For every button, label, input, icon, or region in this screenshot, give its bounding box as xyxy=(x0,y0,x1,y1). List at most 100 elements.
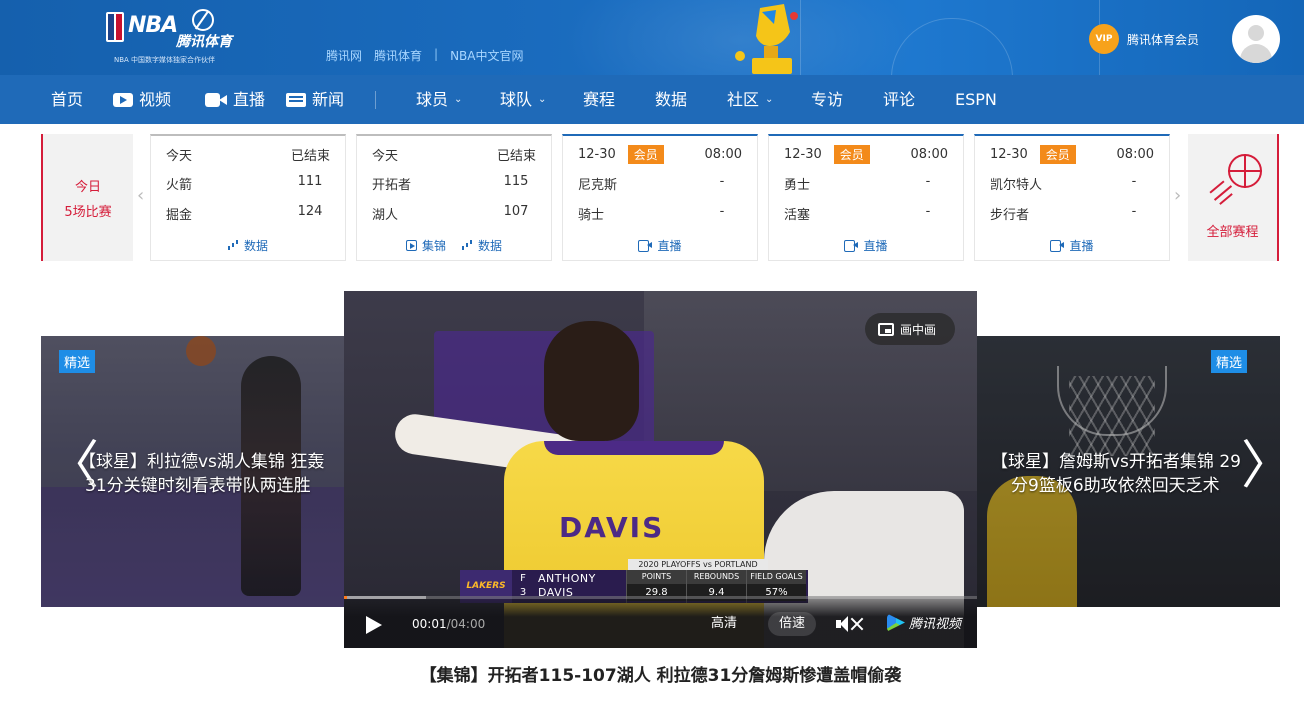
video-icon xyxy=(113,92,133,107)
stats-link[interactable]: 数据 xyxy=(227,236,268,254)
game-card[interactable]: 12-30 会员 08:00 尼克斯 - 骑士 - 直播 xyxy=(562,134,758,261)
nav-separator xyxy=(375,91,376,109)
game-date: 今天 xyxy=(166,148,193,164)
nav-item-espn[interactable]: ESPN xyxy=(955,75,997,124)
top-link-separator: | xyxy=(434,47,439,61)
video-caption[interactable]: 【集锦】开拓者115-107湖人 利拉德31分詹姆斯惨遭盖帽偷袭 xyxy=(344,661,977,686)
game-team-row: 开拓者 115 xyxy=(372,174,536,194)
featured-tag: 精选 xyxy=(59,350,96,373)
top-links: 腾讯网 腾讯体育 | NBA中文官网 xyxy=(326,47,524,64)
schedule-prev-arrow[interactable]: ‹ xyxy=(137,185,144,206)
vip-label: 腾讯体育会员 xyxy=(1127,32,1200,47)
play-icon[interactable] xyxy=(366,616,382,634)
team-name: 骑士 xyxy=(578,208,605,223)
game-links: 数据 xyxy=(151,236,345,254)
nav-label: 专访 xyxy=(811,90,844,109)
team-name: 凯尔特人 xyxy=(990,178,1043,193)
nav-item-players[interactable]: 球员 ⌄ xyxy=(416,75,462,124)
site-logo[interactable]: NBA 腾讯体育 NBA 中国数字媒体独家合作伙伴 xyxy=(106,9,246,67)
chevron-down-icon: ⌄ xyxy=(454,94,463,105)
mute-x-icon xyxy=(847,614,863,634)
nav-item-news[interactable]: 新闻 xyxy=(286,75,344,124)
picture-in-picture-button[interactable]: 画中画 xyxy=(865,313,955,345)
tencent-video-label: 腾讯视频 xyxy=(909,617,962,632)
team-score: - xyxy=(719,174,725,189)
game-card[interactable]: 12-30 会员 08:00 勇士 - 活塞 - 直播 xyxy=(768,134,964,261)
live-link[interactable]: 直播 xyxy=(638,236,682,254)
nav-label: 社区 xyxy=(727,90,760,109)
nav-item-interviews[interactable]: 专访 xyxy=(811,75,843,124)
nav-item-comments[interactable]: 评论 xyxy=(883,75,915,124)
slide-title-line: 【球星】詹姆斯vs开拓者集锦 29 xyxy=(991,452,1241,472)
quality-button[interactable]: 高清 xyxy=(700,612,748,636)
nav-item-home[interactable]: 首页 xyxy=(51,75,83,124)
game-team-row: 掘金 124 xyxy=(166,204,330,224)
top-link-sports[interactable]: 腾讯体育 xyxy=(374,47,422,64)
play-icon xyxy=(405,239,417,251)
nav-item-live[interactable]: 直播 xyxy=(205,75,265,124)
nav-label: 直播 xyxy=(233,90,266,109)
nav-item-community[interactable]: 社区 ⌄ xyxy=(727,75,773,124)
camera-icon xyxy=(205,92,227,107)
game-card[interactable]: 今天 已结束 开拓者 115 湖人 107 集锦 数据 xyxy=(356,134,552,261)
highlights-link[interactable]: 集锦 xyxy=(405,236,446,254)
top-link-qq[interactable]: 腾讯网 xyxy=(326,47,362,64)
team-name: 掘金 xyxy=(166,208,193,223)
game-team-row: 湖人 107 xyxy=(372,204,536,224)
vip-membership[interactable]: VIP 腾讯体育会员 xyxy=(1089,24,1199,54)
today-label: 今日 xyxy=(74,180,101,195)
link-label: 集锦 xyxy=(421,238,446,253)
today-games-summary[interactable]: 今日 5场比赛 xyxy=(41,134,133,261)
stat-label: REBOUNDS xyxy=(687,570,746,584)
stat-label: POINTS xyxy=(627,570,686,584)
speed-button[interactable]: 倍速 xyxy=(768,612,817,636)
game-status: 08:00 xyxy=(910,146,948,162)
team-score: - xyxy=(925,204,931,219)
progress-buffer xyxy=(344,596,427,599)
video-player-head xyxy=(544,321,639,441)
nav-item-stats[interactable]: 数据 xyxy=(655,75,687,124)
slide-title: 【球星】利拉德vs湖人集锦 狂轰 31分关键时刻看表带队两连胜 xyxy=(79,450,324,498)
top-link-nba-china[interactable]: NBA中文官网 xyxy=(450,47,523,64)
vip-icon: VIP xyxy=(1089,24,1119,54)
game-card[interactable]: 12-30 会员 08:00 凯尔特人 - 步行者 - 直播 xyxy=(974,134,1170,261)
game-date: 12-30 xyxy=(990,146,1028,162)
scorebug-title: 2020 PLAYOFFS vs PORTLAND xyxy=(628,559,768,570)
game-header: 12-30 会员 08:00 xyxy=(990,144,1154,164)
carousel-next-chevron-icon[interactable]: 〉 xyxy=(1241,436,1280,496)
all-schedule-button[interactable]: 全部赛程 xyxy=(1188,134,1279,261)
game-team-row: 尼克斯 - xyxy=(578,174,742,194)
carousel-slide-left[interactable]: 精选 〈 【球星】利拉德vs湖人集锦 狂轰 31分关键时刻看表带队两连胜 xyxy=(41,336,344,607)
nav-item-teams[interactable]: 球队 ⌄ xyxy=(500,75,546,124)
link-label: 直播 xyxy=(1069,238,1094,253)
nav-item-video[interactable]: 视频 xyxy=(113,75,171,124)
team-score: - xyxy=(719,204,725,219)
carousel-slide-right[interactable]: 精选 【球星】詹姆斯vs开拓者集锦 29 分9篮板6助攻依然回天乏术 〉 xyxy=(977,336,1280,607)
main-nav: 首页 视频 直播 新闻 球员 ⌄ 球队 ⌄ 赛程 数据 社区 ⌄ 专访 评论 ESPN xyxy=(0,75,1304,124)
team-name: 尼克斯 xyxy=(578,178,618,193)
chevron-down-icon: ⌄ xyxy=(765,94,774,105)
logo-subtitle: NBA 中国数字媒体独家合作伙伴 xyxy=(114,56,216,64)
user-avatar[interactable] xyxy=(1232,15,1280,63)
stats-link[interactable]: 数据 xyxy=(462,236,502,254)
stat-label: FIELD GOALS xyxy=(747,570,806,584)
nav-label: 赛程 xyxy=(583,90,616,109)
game-team-row: 勇士 - xyxy=(784,174,948,194)
nav-item-schedule[interactable]: 赛程 xyxy=(583,75,615,124)
duration: /04:00 xyxy=(446,617,486,631)
featured-tag: 精选 xyxy=(1211,350,1248,373)
schedule-next-arrow[interactable]: › xyxy=(1174,185,1181,206)
pip-label: 画中画 xyxy=(900,322,937,337)
nav-label: ESPN xyxy=(955,90,997,109)
team-score: 107 xyxy=(503,204,529,219)
progress-bar[interactable] xyxy=(344,596,977,599)
live-link[interactable]: 直播 xyxy=(1050,236,1094,254)
game-header: 今天 已结束 xyxy=(372,144,536,164)
game-team-row: 步行者 - xyxy=(990,204,1154,224)
game-card[interactable]: 今天 已结束 火箭 111 掘金 124 数据 xyxy=(150,134,346,261)
live-link[interactable]: 直播 xyxy=(844,236,888,254)
player-first-name: ANTHONY xyxy=(538,572,596,585)
player-position: F xyxy=(520,573,526,584)
link-label: 数据 xyxy=(243,238,268,253)
nav-label: 新闻 xyxy=(312,90,345,109)
